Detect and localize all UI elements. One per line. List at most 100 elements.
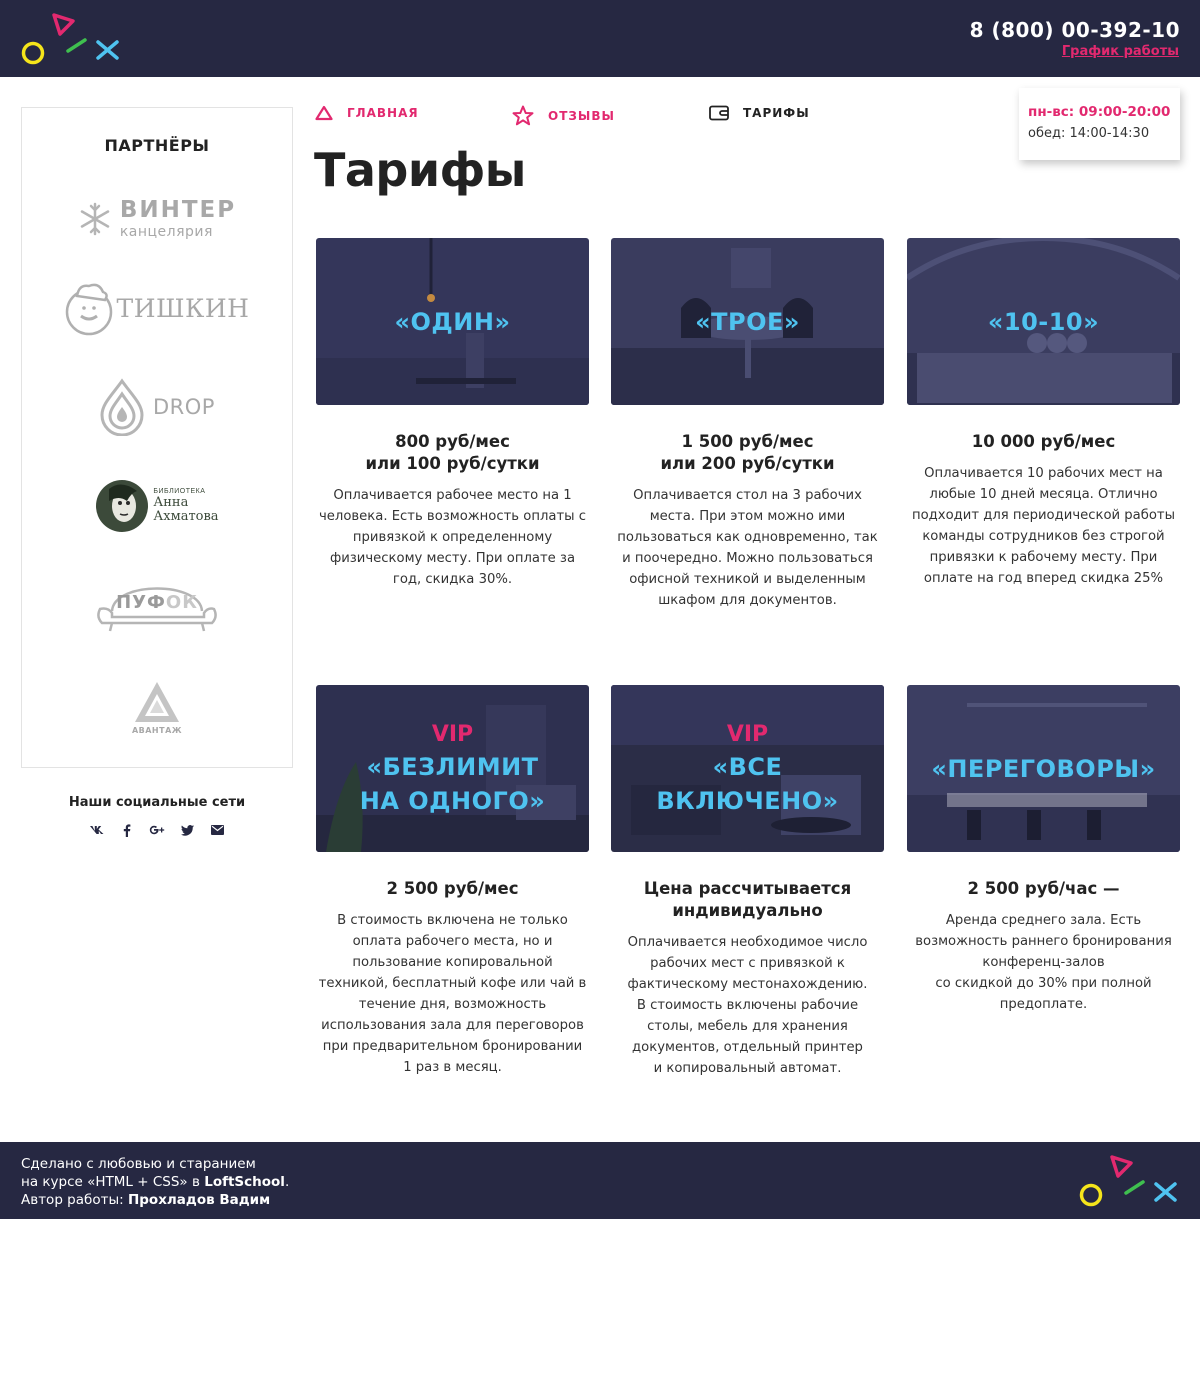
chef-icon [65,283,112,336]
tariff-description-line: подходит для периодической работы [911,508,1176,523]
tariff-description-line: команды сотрудников без строгой [922,529,1165,544]
tariff-description-line: при предварительном бронировании [322,1039,583,1054]
vk-icon[interactable] [89,822,105,838]
tariff-description-line: и поочередно. Можно пользоваться [622,551,873,566]
nav-label-tariffs: ТАРИФЫ [743,106,810,120]
tariff-price: 2 500 руб/мес [316,878,589,900]
tariff-price-line: или 100 руб/сутки [365,454,540,473]
tariff-card-image[interactable]: «ПЕРЕГОВОРЫ» [907,685,1180,852]
tariff-description-line: В стоимость включена не только [337,913,568,928]
tariff-description-line: В стоимость включены рабочие [636,998,859,1013]
tariff-description-line: год, скидка 30%. [392,572,513,587]
site-footer: Сделано с любовью и старанием на курсе «… [0,1142,1200,1219]
tariff-description-line: 1 раз в месяц. [403,1060,502,1075]
avantazh-icon [135,681,179,722]
tariff-price-line: 2 500 руб/час — [967,879,1120,898]
tariff-description: Оплачивается рабочее место на 1 человека.… [316,485,589,590]
partners-title: ПАРТНЁРЫ [104,136,210,155]
tariff-vip-label: VIP [726,721,769,747]
tariff-card-image[interactable]: VIP «ВСЕ ВКЛЮЧЕНО» [611,685,884,852]
footer-logo[interactable] [1078,1154,1180,1208]
page-title: Тарифы [314,143,526,197]
tariff-description-line: Оплачивается рабочее место на 1 [333,488,572,503]
tariff-name: ВКЛЮЧЕНО» [656,786,839,815]
partner-tishkin-logo[interactable]: ТИШКИН [22,280,292,336]
tariff-description-line: пользоваться как одновременно, так [617,530,878,545]
partner-pufok-name1: ПУФ [116,592,166,613]
tariff-price-line: 800 руб/мес [395,432,510,451]
tariff-description: В стоимость включена не только оплата раб… [316,910,589,1078]
tariff-description: Оплачивается 10 рабочих мест на любые 10 … [907,463,1180,589]
nav-label-home: ГЛАВНАЯ [347,106,419,120]
tariff-name: НА ОДНОГО» [359,786,546,815]
partner-drop-logo[interactable]: DROP [22,378,292,436]
facebook-icon[interactable] [119,822,135,838]
site-header: 8 (800) 00-392-10 График работы [0,0,1200,77]
portrait-icon [96,480,149,532]
footer-course: на курсе «HTML + CSS» в [21,1174,205,1190]
tariff-name: «БЕЗЛИМИТ [366,752,539,781]
google-plus-icon[interactable] [149,822,165,838]
tariff-name: «10-10» [987,307,1100,336]
partner-avantazh-logo[interactable]: АВАНТАЖ [22,676,292,738]
tariff-price-line: 10 000 руб/мес [971,432,1116,451]
drop-icon [100,378,144,436]
partner-akhmatova-name1: Анна [153,494,189,510]
tariff-description-line: конференц-залов [982,955,1105,970]
partner-akhmatova-logo[interactable]: БИБЛИОТЕКА Анна Ахматова [22,478,292,534]
footer-author: Прохладов Вадим [127,1192,271,1208]
twitter-icon[interactable] [179,822,195,838]
social-links [21,822,293,838]
partner-avantazh-name: АВАНТАЖ [131,725,183,735]
partner-pufok-logo[interactable]: ПУФОК [22,574,292,636]
tariff-description-line: офисной техникой и выделенным [629,572,866,587]
tariff-description-line: возможность раннего бронирования [915,934,1172,949]
tariff-card-image[interactable]: «10-10» [907,238,1180,405]
partners-panel: ПАРТНЁРЫ ВИНТЕР канцелярия ТИШКИН DROP Б… [21,107,293,768]
tariff-description-line: и копировальный автомат. [653,1061,842,1076]
footer-author-label: Автор работы: [21,1192,128,1208]
tariff-description-line: фактическому местонахождению. [627,977,868,992]
nav-item-home[interactable]: ГЛАВНАЯ [315,105,419,121]
tariff-description-line: использования зала для переговоров [321,1018,584,1033]
tariff-price-line: Цена рассчитывается [643,879,852,898]
tariff-price-line: или 200 руб/сутки [660,454,835,473]
partner-winter-logo[interactable]: ВИНТЕР канцелярия [22,196,292,242]
triangle-icon [315,105,333,121]
tariff-price: 2 500 руб/час — [907,878,1180,900]
site-logo[interactable] [20,12,122,66]
tariff-price-line: 2 500 руб/мес [386,879,519,898]
tariff-card-image[interactable]: «ОДИН» [316,238,589,405]
tariff-name: «ПЕРЕГОВОРЫ» [931,754,1156,783]
tariff-description-line: Аренда среднего зала. Есть [945,913,1142,928]
footer-credits: Сделано с любовью и старанием на курсе «… [21,1155,289,1209]
partner-winter-sub: канцелярия [119,224,213,240]
schedule-link[interactable]: График работы [1062,44,1179,59]
header-phone[interactable]: 8 (800) 00-392-10 [970,18,1180,42]
tariff-price-line: 1 500 руб/мес [681,432,814,451]
tariff-price: Цена рассчитывается индивидуально [611,878,884,922]
partner-winter-name: ВИНТЕР [119,197,237,223]
tariff-price: 1 500 руб/мес или 200 руб/сутки [611,431,884,475]
footer-period: . [284,1174,290,1190]
nav-item-tariffs[interactable]: ТАРИФЫ [709,105,810,121]
tariff-description-line: пользование копировальной [352,955,553,970]
tariff-description-line: любые 10 дней месяца. Отлично [929,487,1158,502]
tariff-card-image[interactable]: VIP «БЕЗЛИМИТ НА ОДНОГО» [316,685,589,852]
mail-icon[interactable] [209,822,225,838]
tariff-description-line: течение дня, возможность [358,997,547,1012]
nav-item-reviews[interactable]: ОТЗЫВЫ [512,105,615,126]
tariff-description-line: рабочих мест с привязкой к [650,956,845,971]
footer-line-2: на курсе «HTML + CSS» в LoftSchool. [21,1173,289,1191]
partner-tishkin-name: ТИШКИН [116,293,250,323]
tariff-description-line: шкафом для документов. [658,593,837,608]
tariff-name: «ОДИН» [394,307,511,336]
partner-pufok-name2: ОК [165,592,198,613]
partner-drop-name: DROP [153,395,215,419]
tariff-description-line: документов, отдельный принтер [632,1040,863,1055]
tariff-description-line: Оплачивается необходимое число [627,935,868,950]
footer-school: LoftSchool [204,1174,285,1190]
tariff-description: Оплачивается стол на 3 рабочих места. При… [611,485,884,611]
tariff-card-image[interactable]: «ТРОЕ» [611,238,884,405]
footer-line-1: Сделано с любовью и старанием [21,1156,256,1172]
